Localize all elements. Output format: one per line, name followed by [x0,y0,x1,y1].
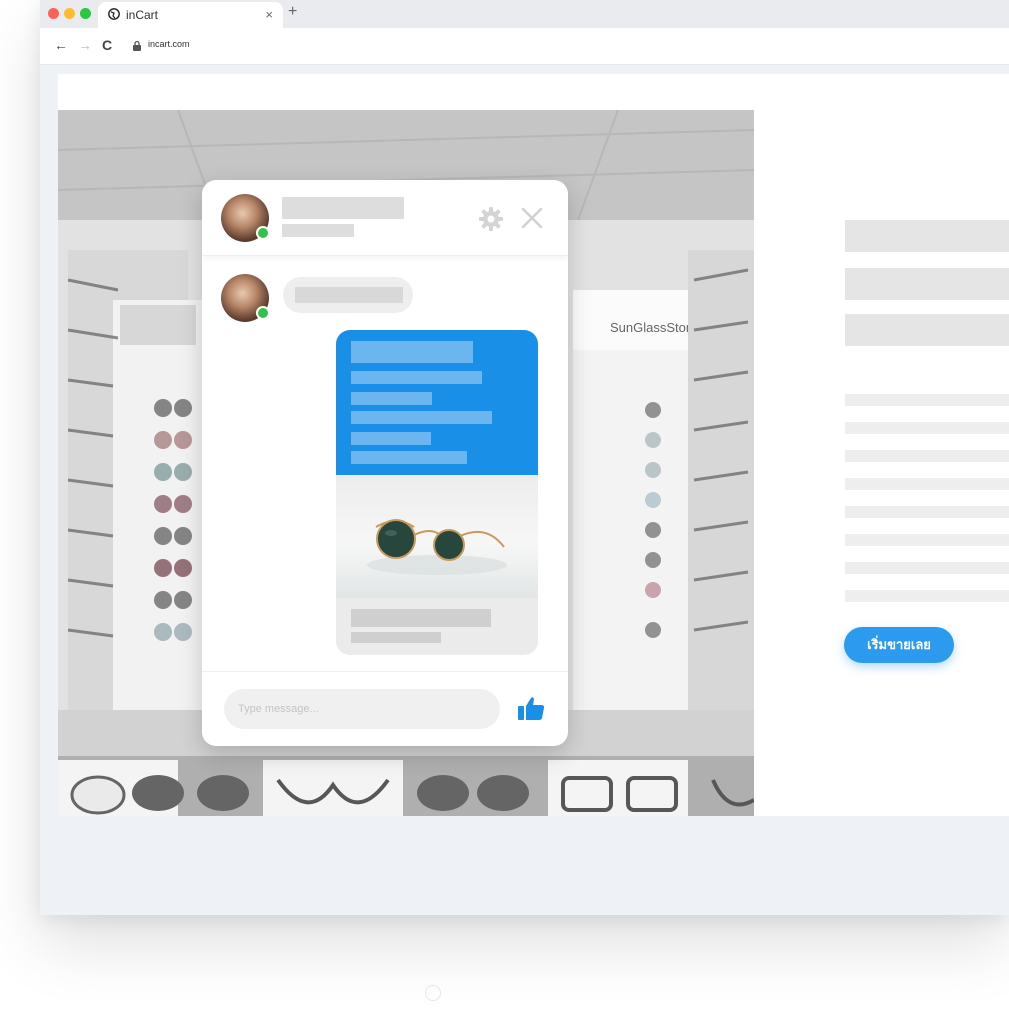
headline-placeholder-3 [845,314,1009,346]
card-text-section [336,330,538,475]
card-title-placeholder [351,341,473,363]
tab-title: inCart [126,8,159,22]
new-tab-button[interactable]: + [288,3,297,21]
card-line-placeholder [351,411,492,424]
headline-placeholder-2 [845,268,1009,300]
close-icon[interactable] [520,206,544,230]
product-card-message[interactable] [336,330,538,655]
text-line-placeholder [845,394,1009,406]
decorative-circle [425,985,441,1001]
product-name-placeholder [351,609,491,627]
globe-icon [108,8,120,20]
thumbs-up-icon[interactable] [517,695,545,721]
address-bar: ← → C incart.com [40,28,1009,65]
window-zoom-button[interactable] [80,8,91,19]
product-price-placeholder [351,632,441,643]
chat-header [202,180,568,256]
start-selling-button[interactable]: เริ่มขายเลย [844,627,954,663]
chat-input-bar [202,671,568,746]
incoming-message-bubble [283,277,413,313]
chat-widget [202,180,568,746]
agent-name-placeholder [282,197,404,219]
card-footer [336,598,538,655]
sunglasses-image [367,519,507,575]
online-status-dot [256,226,270,240]
right-content-panel: เริ่มขายเลย [754,110,1009,816]
text-line-placeholder [845,590,1009,602]
message-input[interactable] [224,689,500,729]
text-line-placeholder [845,450,1009,462]
message-text-placeholder [295,287,403,303]
headline-placeholder-1 [845,220,1009,252]
gear-icon[interactable] [478,206,504,232]
back-button[interactable]: ← [54,37,68,53]
product-photo [336,475,538,598]
card-line-placeholder [351,432,431,445]
lock-icon [133,40,141,51]
tab-bar: inCart × + [40,0,1009,28]
text-line-placeholder [845,534,1009,546]
tab-close-icon[interactable]: × [265,7,273,22]
agent-status-placeholder [282,224,354,237]
agent-avatar [221,194,270,242]
forward-button[interactable]: → [78,37,92,53]
url-field[interactable]: incart.com [148,39,190,49]
text-line-placeholder [845,506,1009,518]
card-line-placeholder [351,392,432,405]
card-line-placeholder [351,451,467,464]
window-minimize-button[interactable] [64,8,75,19]
message-avatar [221,274,270,322]
reload-button[interactable]: C [102,37,112,53]
text-line-placeholder [845,422,1009,434]
browser-tab[interactable]: inCart × [98,2,283,28]
online-status-dot [256,306,270,320]
card-line-placeholder [351,371,482,384]
window-close-button[interactable] [48,8,59,19]
page-header-strip [58,74,1009,110]
text-line-placeholder [845,562,1009,574]
text-line-placeholder [845,478,1009,490]
